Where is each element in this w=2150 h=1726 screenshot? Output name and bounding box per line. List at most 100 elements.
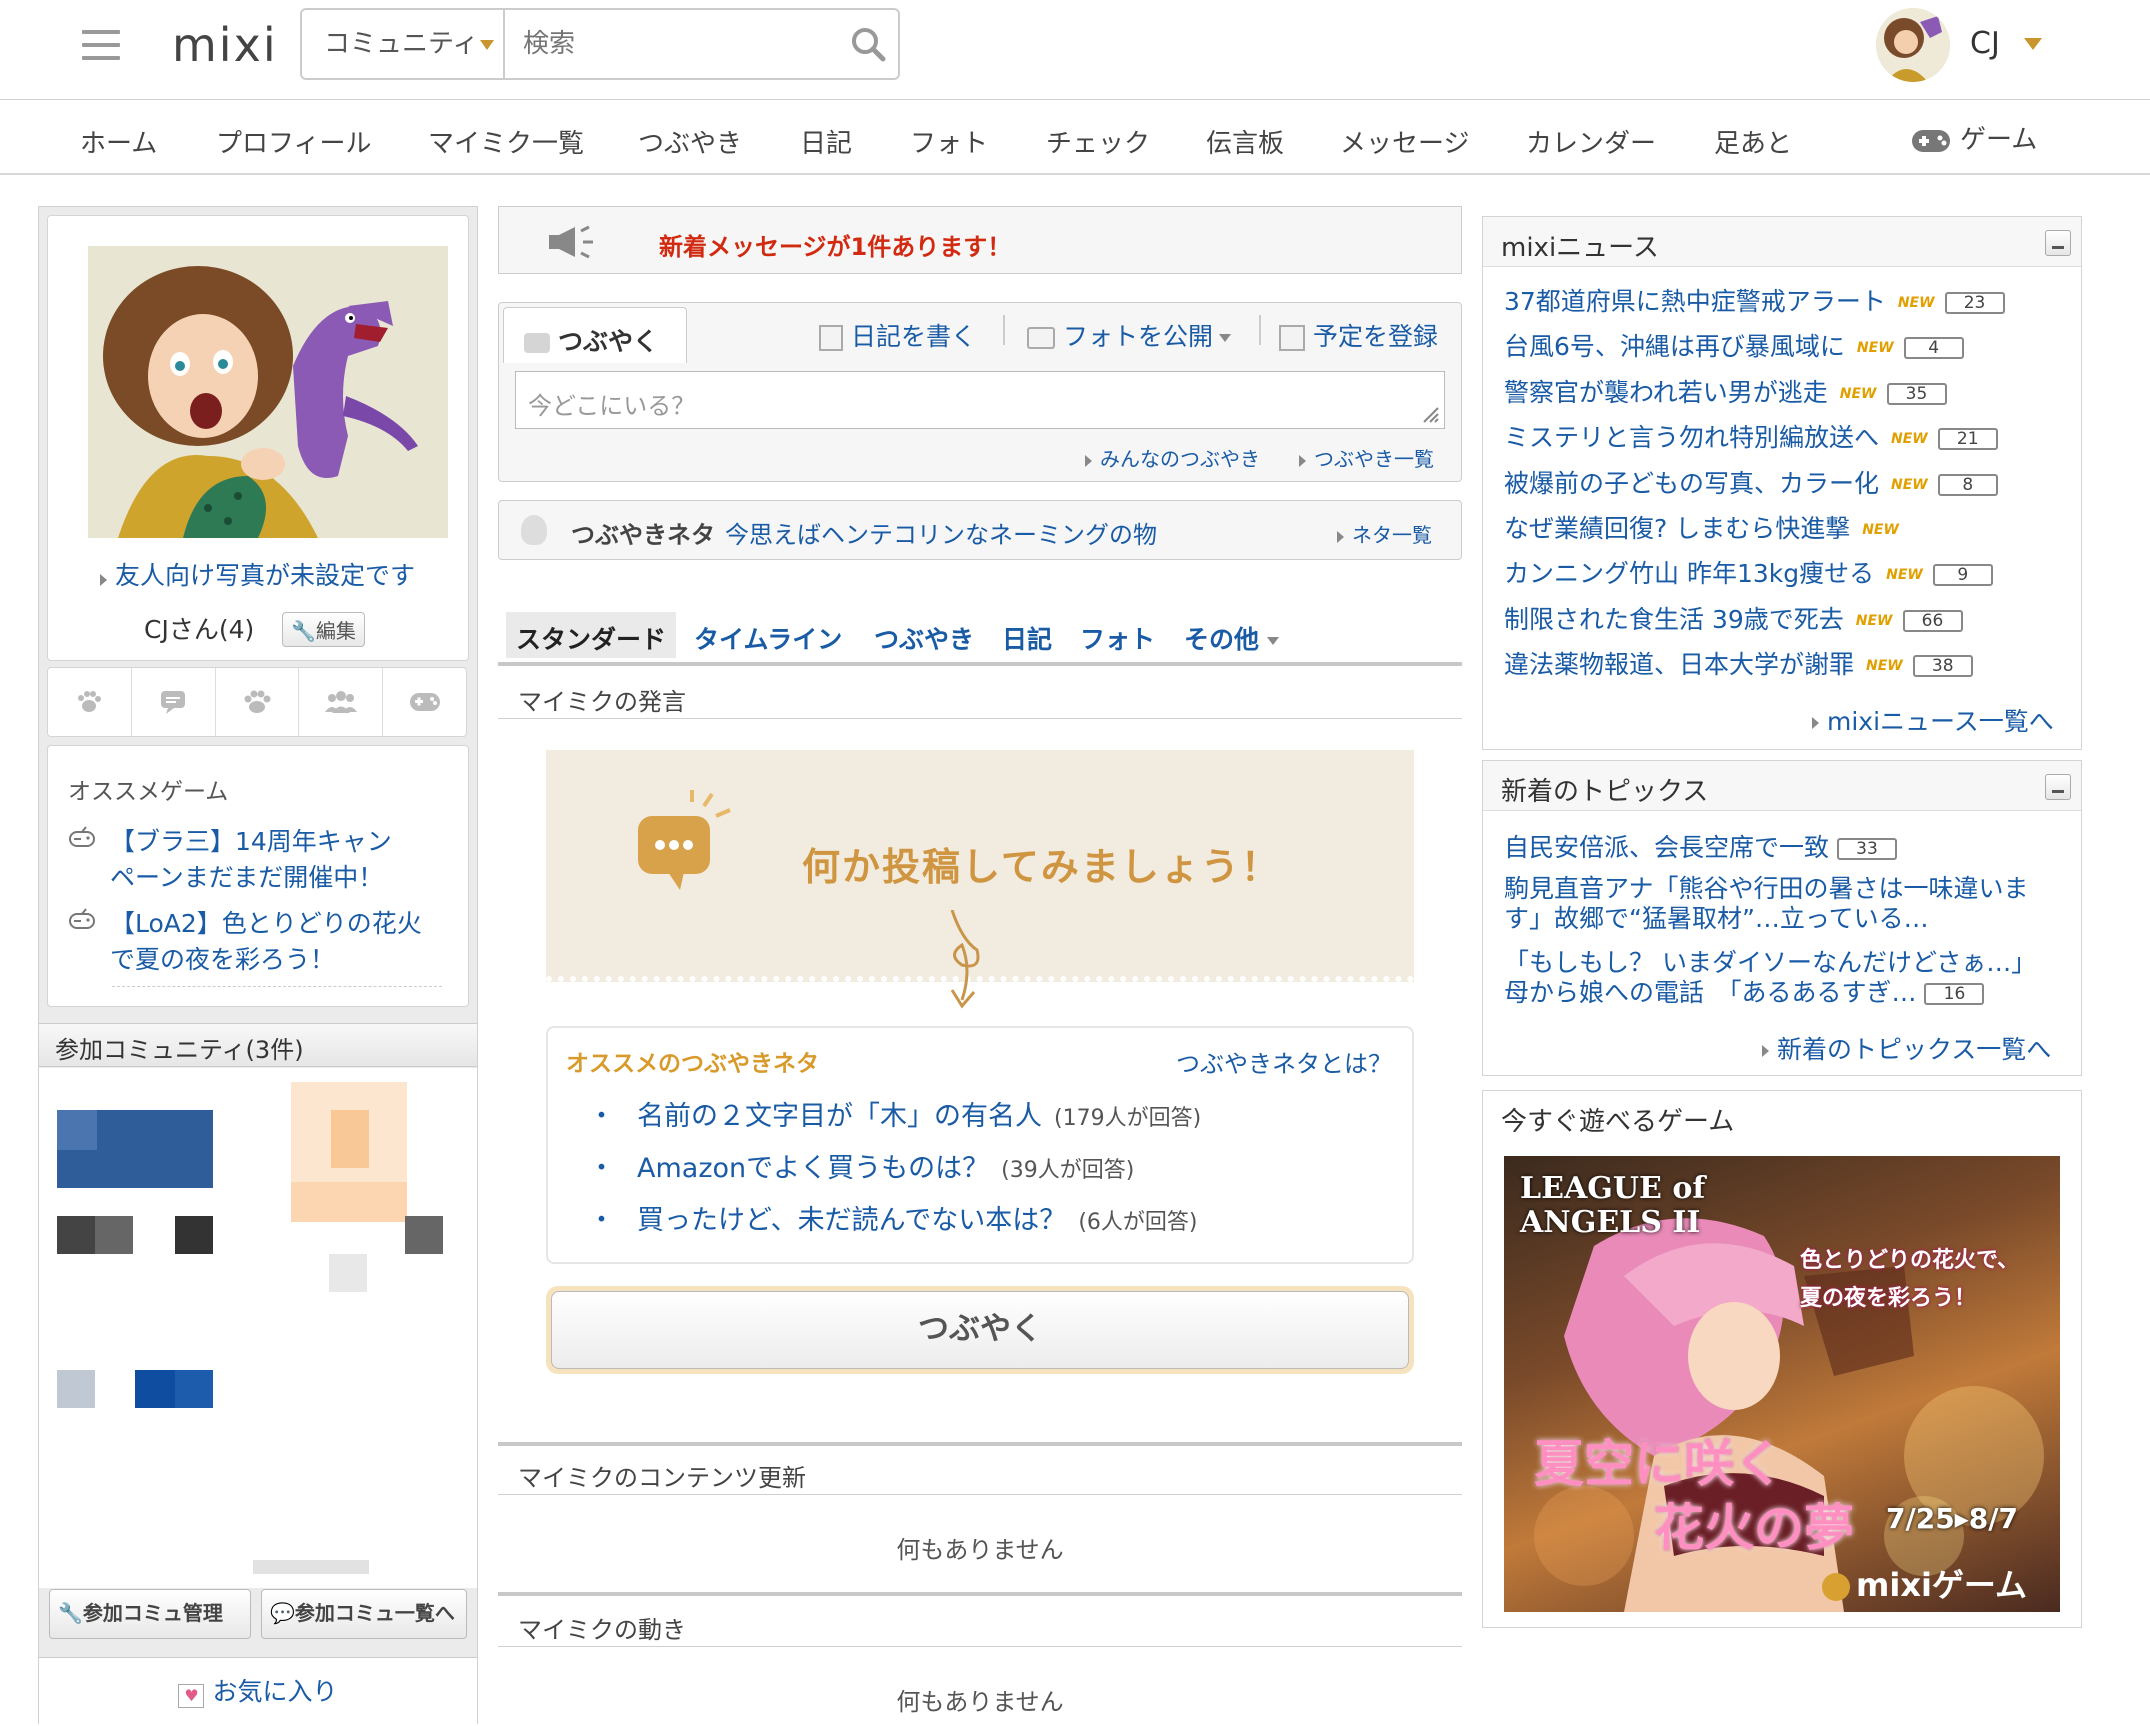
rec-neta-item[interactable]: ・買ったけど、未だ読んでない本は？ (6人が回答) [588, 1198, 1197, 1237]
topic-item-2[interactable]: 駒見直音アナ「熊谷や行田の暑さは一味違いま す」故郷で“猛暑取材”…立っている… [1504, 874, 2029, 934]
tab-other[interactable]: その他 [1184, 620, 1280, 656]
community-thumb-1[interactable] [57, 1110, 213, 1188]
nav-board[interactable]: 伝言板 [1206, 123, 1284, 160]
news-item[interactable]: なぜ業績回復? しまむら快進撃 NEW [1504, 509, 1909, 545]
nav-home[interactable]: ホーム [80, 123, 157, 160]
nav-game[interactable]: ゲーム [1910, 119, 2037, 156]
content-updates-heading: マイミクのコンテンツ更新 [518, 1464, 806, 1492]
calendar-icon [1279, 325, 1305, 351]
nav-diary[interactable]: 日記 [800, 123, 852, 160]
collapse-button[interactable] [2045, 774, 2071, 800]
collapse-button[interactable] [2045, 230, 2071, 256]
pets-quick[interactable] [216, 668, 300, 736]
schedule-label: 予定を登録 [1313, 322, 1439, 351]
resize-handle-icon[interactable] [1420, 404, 1440, 424]
topics-title: 新着のトピックス [1483, 761, 2081, 811]
nav-friends[interactable]: マイミク一覧 [428, 123, 584, 160]
community-quick[interactable] [299, 668, 384, 736]
nav-calendar[interactable]: カレンダー [1526, 123, 1656, 160]
game-controller-icon [69, 908, 95, 929]
recommended-games-box: オススメゲーム 【ブラ三】14周年キャン ペーンまだまだ開催中！ 【LoA2】色と… [47, 745, 469, 1007]
new-message-notice[interactable]: 新着メッセージが1件あります！ [659, 227, 1011, 262]
search-icon[interactable] [850, 26, 886, 62]
news-item[interactable]: カンニング竹山 昨年13kg痩せる NEW 9 [1504, 554, 1993, 590]
everyone-tweets-link[interactable]: みんなのつぶやき [1085, 443, 1260, 472]
news-item[interactable]: 被爆前の子どもの写真、カラー化 NEW 8 [1504, 464, 1998, 500]
news-item[interactable]: 警察官が襲われ若い男が逃走 NEW 35 [1504, 373, 1947, 409]
arrow-right-icon [1812, 717, 1819, 729]
menu-icon[interactable] [82, 30, 120, 62]
content-updates-empty: 何もありません [896, 1536, 1064, 1564]
tweet-submit-button[interactable]: つぶやく [551, 1291, 1409, 1369]
topic-item-line: 母から娘への電話 「あるあるすぎ… [1504, 978, 1917, 1007]
profile-photo[interactable] [88, 246, 448, 538]
photo-publish-link[interactable]: フォトを公開 [1027, 317, 1232, 353]
community-thumb-3a[interactable] [57, 1216, 133, 1254]
game-quick[interactable] [383, 668, 466, 736]
footprint-quick[interactable] [48, 668, 132, 736]
avatar[interactable] [1876, 8, 1950, 82]
nav-photo[interactable]: フォト [910, 123, 988, 160]
news-more-link[interactable]: mixiニュース一覧へ [1812, 702, 2054, 738]
diary-link[interactable]: 日記を書く [819, 317, 976, 353]
message-quick[interactable] [132, 668, 216, 736]
friends-activity-heading: マイミクの動き [518, 1616, 686, 1644]
neta-list-link[interactable]: ネタ一覧 [1337, 519, 1432, 548]
news-item[interactable]: ミステリと言う勿れ特別編放送へ NEW 21 [1504, 418, 1998, 454]
chat-icon [161, 691, 186, 714]
game-item-2[interactable]: 【LoA2】色とりどりの花火 で夏の夜を彩ろう！ [110, 906, 422, 978]
rec-neta-about-link[interactable]: つぶやきネタとは？ [1176, 1044, 1392, 1079]
nav-message[interactable]: メッセージ [1340, 123, 1469, 160]
chevron-down-icon[interactable] [2024, 38, 2042, 50]
tweet-tab[interactable]: つぶやく [503, 307, 687, 363]
search-input[interactable] [507, 10, 837, 78]
game-item-1[interactable]: 【ブラ三】14周年キャン ペーンまだまだ開催中！ [110, 824, 392, 896]
news-item-title: 警察官が襲われ若い男が逃走 [1504, 377, 1828, 407]
topic-item-line: す」故郷で“猛暑取材”…立っている… [1504, 904, 1929, 933]
favorites-link[interactable]: ♥ お気に入り [39, 1657, 477, 1725]
tab-timeline[interactable]: タイムライン [694, 620, 842, 656]
tweets-list-label: つぶやき一覧 [1314, 447, 1434, 471]
rec-neta-item[interactable]: ・名前の２文字目が「木」の有名人 (179人が回答) [588, 1094, 1201, 1133]
nav-check[interactable]: チェック [1046, 123, 1150, 160]
tab-standard[interactable]: スタンダード [506, 612, 677, 658]
manage-communities-button[interactable]: 🔧参加コミュ管理 [49, 1589, 251, 1639]
post-prompt-banner[interactable]: 何か投稿してみましょう！ [546, 750, 1414, 1009]
schedule-link[interactable]: 予定を登録 [1279, 317, 1438, 353]
comment-count-badge: 4 [1903, 337, 1964, 360]
tweets-list-link[interactable]: つぶやき一覧 [1299, 443, 1434, 472]
topic-item-3[interactable]: 「もしもし？ いまダイソーなんだけどさぁ…」 母から娘への電話 「あるあるすぎ… … [1504, 948, 2036, 1008]
tab-diary[interactable]: 日記 [1002, 620, 1052, 656]
friends-activity-empty: 何もありません [896, 1688, 1064, 1716]
game-ad-banner[interactable]: LEAGUE of ANGELS II 色とりどりの花火で、 夏の夜を彩ろう！ 夏空… [1504, 1156, 2060, 1612]
topics-more-link[interactable]: 新着のトピックス一覧へ [1762, 1030, 2051, 1066]
comment-count-badge: 8 [1937, 473, 1998, 496]
game-ad-logo: LEAGUE of ANGELS II [1520, 1172, 1705, 1240]
community-list-button[interactable]: 💬参加コミュ一覧へ [261, 1589, 467, 1639]
divider [1259, 315, 1261, 345]
game-ad-headline-1: 夏空に咲く [1534, 1435, 1784, 1493]
favorites-label: お気に入り [212, 1677, 338, 1706]
tweet-textarea[interactable]: 今どこにいる？ [515, 371, 1445, 429]
news-more-label: mixiニュース一覧へ [1827, 707, 2054, 736]
user-name[interactable]: CJ [1970, 26, 2000, 61]
mixi-logo[interactable]: mixi [172, 18, 278, 72]
news-item-title: 違法薬物報道、日本大学が謝罪 [1504, 650, 1855, 680]
nav-footprints[interactable]: 足あと [1714, 123, 1792, 160]
tab-tweets[interactable]: つぶやき [874, 620, 974, 656]
nav-profile[interactable]: プロフィール [216, 123, 371, 160]
rec-neta-item[interactable]: ・ Amazonでよく買うものは？ (39人が回答) [588, 1146, 1134, 1185]
news-item[interactable]: 制限された食生活 39歳で死去 NEW 66 [1504, 600, 1963, 636]
community-thumb-2[interactable] [291, 1082, 407, 1222]
news-item[interactable]: 違法薬物報道、日本大学が謝罪 NEW 38 [1504, 645, 1973, 681]
neta-topic-link[interactable]: 今思えばヘンテコリンなネーミングの物 [725, 515, 1157, 550]
chat-icon: 💬 [270, 1601, 295, 1625]
news-item[interactable]: 37都道府県に熱中症警戒アラート NEW 23 [1504, 282, 2005, 318]
photo-notice-link[interactable]: 友人向け写真が未設定です [100, 556, 415, 592]
topic-item-1[interactable]: 自民安倍派、会長空席で一致 33 [1504, 828, 1897, 864]
news-item[interactable]: 台風6号、沖縄は再び暴風域に NEW 4 [1504, 327, 1964, 363]
tab-photo[interactable]: フォト [1080, 620, 1155, 656]
search-category-select[interactable]: コミュニティ [302, 10, 505, 78]
nav-tweets[interactable]: つぶやき [638, 123, 742, 160]
edit-profile-button[interactable]: 🔧編集 [282, 612, 365, 647]
